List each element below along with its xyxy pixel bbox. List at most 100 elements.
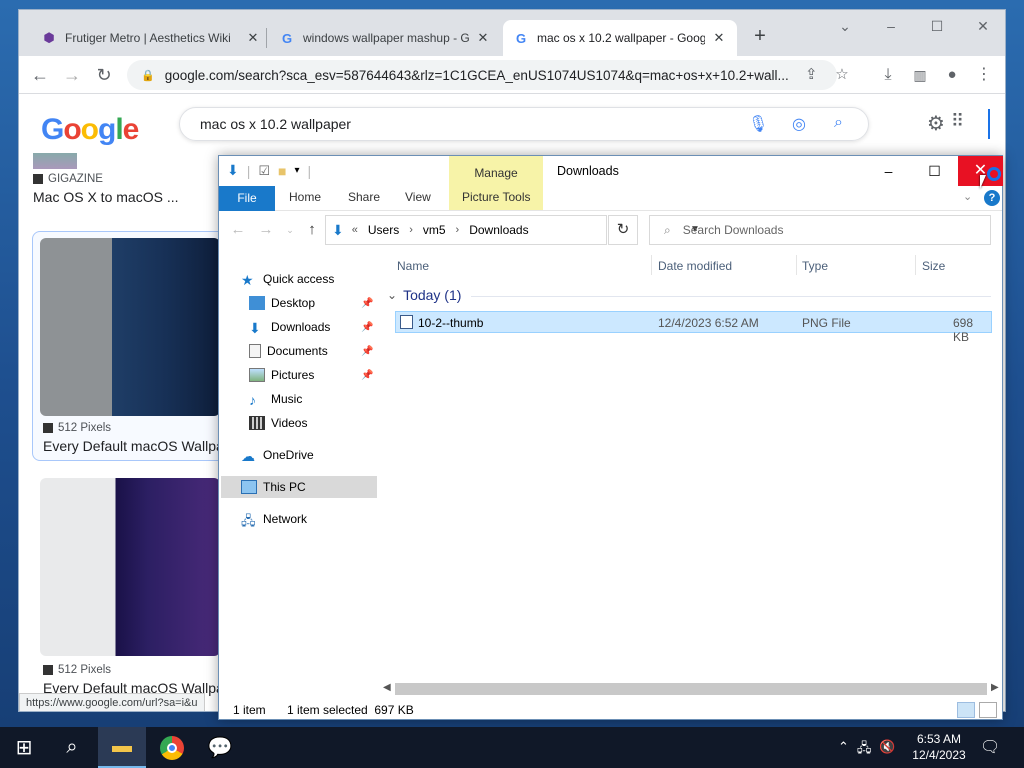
address-bar[interactable]: 🔒 google.com/search?sca_esv=587644643&rl…: [127, 60, 837, 90]
address-path[interactable]: ⬇ « Users › vm5 › Downloads ▼: [325, 215, 700, 245]
forward-icon[interactable]: →: [257, 221, 275, 238]
scroll-left-icon[interactable]: ◀: [383, 682, 391, 693]
nav-music[interactable]: ♪ Music: [249, 388, 405, 410]
back-icon[interactable]: ←: [229, 221, 247, 238]
minimize-icon[interactable]: –: [866, 156, 911, 186]
minimize-icon[interactable]: –: [879, 18, 903, 34]
close-icon[interactable]: ✕: [711, 30, 727, 46]
search-input[interactable]: ⌕ Search Downloads: [649, 215, 991, 245]
tab-frutiger-metro[interactable]: ⬢ Frutiger Metro | Aesthetics Wiki ✕: [31, 20, 271, 56]
tab-search-icon[interactable]: ⌄: [833, 18, 857, 35]
up-arrow-icon[interactable]: ↑: [303, 221, 321, 238]
menu-kebab-icon[interactable]: ⋮: [973, 64, 995, 86]
column-divider[interactable]: [796, 255, 797, 275]
recent-locations-icon[interactable]: ⌄: [281, 225, 299, 236]
network-icon[interactable]: 🖧: [857, 739, 872, 761]
lens-camera-icon[interactable]: ◎: [792, 114, 806, 134]
result-thumbnail[interactable]: [40, 238, 220, 416]
profile-avatar-icon[interactable]: ●: [941, 64, 963, 86]
tab-picture-tools[interactable]: Picture Tools: [462, 190, 530, 204]
nav-downloads[interactable]: ⬇ Downloads 📌: [249, 316, 405, 338]
result-thumbnail[interactable]: [40, 478, 220, 656]
chrome-taskbar-icon[interactable]: [148, 727, 196, 768]
nav-this-pc[interactable]: This PC: [221, 476, 377, 498]
horizontal-scrollbar[interactable]: ◀ ▶: [381, 682, 1001, 695]
result-title[interactable]: Mac OS X to macOS ...: [33, 189, 233, 205]
share-icon[interactable]: ⇪: [805, 65, 818, 83]
manage-tab[interactable]: Manage: [449, 166, 543, 180]
tab-file[interactable]: File: [219, 186, 275, 211]
google-search-box[interactable]: mac os x 10.2 wallpaper 🎙 ◎ ⌕: [179, 107, 869, 141]
refresh-button[interactable]: ↻: [608, 215, 638, 245]
search-icon[interactable]: ⌕: [834, 114, 843, 132]
forward-icon[interactable]: →: [61, 64, 83, 86]
google-doodle-logo[interactable]: Google: [41, 113, 139, 147]
new-folder-icon[interactable]: ■: [278, 163, 286, 179]
column-divider[interactable]: [651, 255, 652, 275]
down-arrow-icon[interactable]: ⬇: [227, 162, 239, 179]
clock[interactable]: 6:53 AM 12/4/2023: [906, 731, 972, 763]
breadcrumb-downloads[interactable]: Downloads: [469, 223, 528, 237]
chevron-down-icon[interactable]: ⌄: [387, 288, 397, 302]
expand-ribbon-icon[interactable]: ⌄: [963, 190, 972, 203]
nav-documents[interactable]: Documents 📌: [249, 340, 405, 362]
result-title[interactable]: Every Default macOS Wallpaper: [43, 438, 243, 454]
breadcrumb-vm5[interactable]: vm5: [423, 223, 446, 237]
close-icon[interactable]: ✕: [475, 30, 491, 46]
tab-share[interactable]: Share: [348, 190, 380, 204]
scrollbar-thumb[interactable]: [395, 683, 987, 695]
nav-desktop[interactable]: Desktop 📌: [249, 292, 405, 314]
downloads-icon[interactable]: ⤓: [877, 64, 899, 86]
details-view-icon[interactable]: [957, 702, 975, 718]
column-divider[interactable]: [915, 255, 916, 275]
close-window-icon[interactable]: ✕: [971, 18, 995, 35]
image-result-card[interactable]: 512 Pixels Every Default macOS Wallpaper: [43, 664, 243, 696]
breadcrumb-users[interactable]: Users: [368, 223, 399, 237]
chevron-right-icon[interactable]: ›: [456, 224, 460, 236]
back-icon[interactable]: ←: [29, 64, 51, 86]
feedback-hub-icon[interactable]: 💬: [196, 727, 244, 768]
file-explorer-taskbar-icon[interactable]: ▬: [98, 727, 146, 768]
nav-network[interactable]: 🖧 Network: [241, 508, 397, 530]
tab-mac-wallpaper[interactable]: G mac os x 10.2 wallpaper - Googl ✕: [503, 20, 737, 56]
gear-icon[interactable]: ⚙: [927, 111, 945, 136]
tab-view[interactable]: View: [405, 190, 431, 204]
overflow-chevron[interactable]: «: [352, 224, 358, 236]
apps-grid-icon[interactable]: ⠿: [951, 111, 964, 132]
large-icons-view-icon[interactable]: [979, 702, 997, 718]
close-icon[interactable]: ✕: [245, 30, 261, 46]
result-thumbnail[interactable]: [33, 153, 77, 169]
customize-qat-icon[interactable]: ▾: [295, 165, 300, 176]
search-query[interactable]: mac os x 10.2 wallpaper: [200, 116, 351, 132]
image-result-card[interactable]: GIGAZINE Mac OS X to macOS ...: [33, 173, 233, 205]
tab-windows-wallpaper[interactable]: G windows wallpaper mashup - Goo ✕: [269, 20, 501, 56]
side-panel-icon[interactable]: ▥: [909, 64, 931, 86]
bookmark-star-icon[interactable]: ☆: [831, 64, 853, 86]
nav-quick-access[interactable]: ★ Quick access: [241, 268, 397, 290]
url-text[interactable]: google.com/search?sca_esv=587644643&rlz=…: [165, 68, 805, 83]
chevron-up-icon[interactable]: ⌃: [838, 739, 849, 761]
notification-icon[interactable]: 🗨: [980, 737, 1000, 757]
windows-start-icon[interactable]: ⊞: [0, 727, 48, 768]
group-header-today[interactable]: ⌄ Today (1): [387, 287, 461, 303]
microphone-icon[interactable]: 🎙: [748, 114, 768, 134]
maximize-icon[interactable]: ☐: [925, 18, 949, 35]
column-date-modified[interactable]: Date modified: [658, 259, 732, 273]
image-result-card[interactable]: 512 Pixels Every Default macOS Wallpaper: [43, 422, 243, 454]
properties-icon[interactable]: ☑: [258, 163, 270, 179]
nav-videos[interactable]: Videos: [249, 412, 405, 434]
scroll-right-icon[interactable]: ▶: [991, 682, 999, 693]
nav-onedrive[interactable]: ☁ OneDrive: [241, 444, 397, 466]
tab-home[interactable]: Home: [289, 190, 321, 204]
column-size[interactable]: Size: [922, 259, 945, 273]
search-icon[interactable]: ⌕: [48, 727, 96, 768]
maximize-icon[interactable]: ☐: [912, 156, 957, 186]
chevron-right-icon[interactable]: ›: [409, 224, 413, 236]
speaker-muted-icon[interactable]: 🔇: [879, 739, 895, 761]
column-name[interactable]: Name: [397, 259, 429, 273]
new-tab-button[interactable]: +: [749, 26, 771, 46]
column-type[interactable]: Type: [802, 259, 828, 273]
file-row[interactable]: 10-2--thumb 12/4/2023 6:52 AM PNG File 6…: [395, 311, 992, 344]
reload-icon[interactable]: ↻: [93, 64, 115, 86]
help-icon[interactable]: ?: [984, 190, 1000, 206]
